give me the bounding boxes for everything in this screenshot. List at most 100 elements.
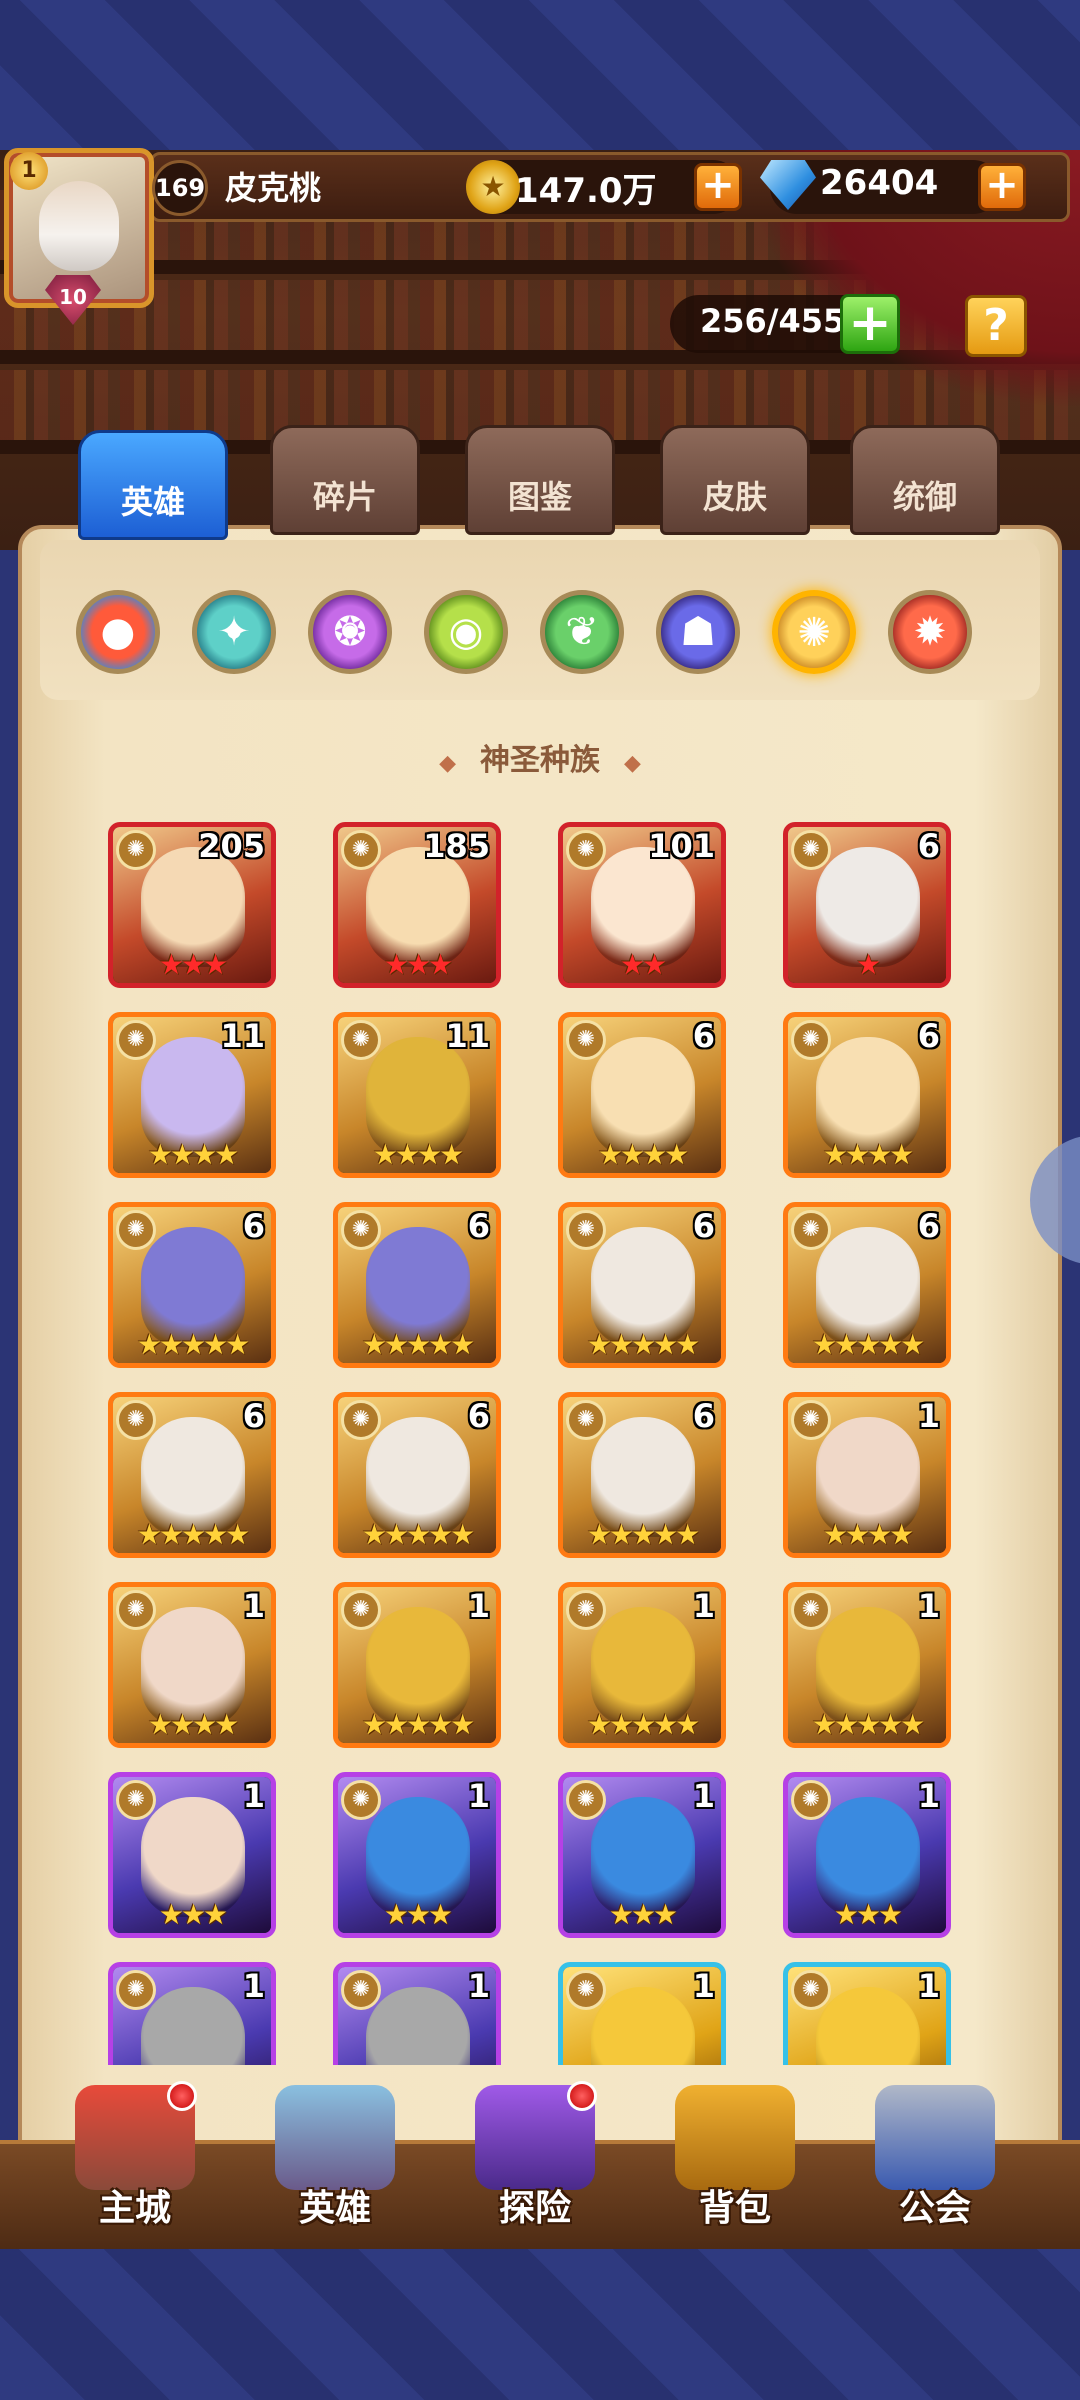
hero-count: 1 — [467, 1967, 490, 2005]
hero-grid: ✺ 205 ★★★ ✺ 185 ★★★ ✺ 101 ★★ ✺ 6 ★ ✺ 11 ★★★★ ✺ 11 ★★★★ ✺ 6 ★… — [60, 810, 1020, 2065]
hero-card[interactable]: ✺ 6 ★ — [783, 822, 951, 988]
green-eye-icon[interactable]: ◉ — [424, 590, 508, 674]
nav-backpack[interactable]: 背包 — [645, 2085, 825, 2235]
hero-count: 11 — [220, 1017, 265, 1055]
hero-card[interactable]: ✺ 101 ★★ — [558, 822, 726, 988]
hero-count: 6 — [242, 1207, 265, 1245]
nav-guild[interactable]: 公会 — [845, 2085, 1025, 2235]
holy-faction-icon: ✺ — [341, 1590, 381, 1630]
holy-faction-icon: ✺ — [791, 1020, 831, 1060]
hero-count: 1 — [692, 1967, 715, 2005]
hero-card[interactable]: ✺1★★★ — [558, 1772, 726, 1938]
rainbow-orb-icon[interactable]: ● — [76, 590, 160, 674]
holy-faction-icon: ✺ — [566, 1210, 606, 1250]
hero-card[interactable]: ✺1★★★ — [558, 1962, 726, 2065]
hero-count: 6 — [467, 1207, 490, 1245]
star-rating: ★★★★★ — [586, 1708, 701, 1741]
tab-skins[interactable]: 皮肤 — [660, 425, 810, 535]
holy-faction-icon: ✺ — [566, 1590, 606, 1630]
hero-card[interactable]: ✺ 1 ★★★ — [108, 1772, 276, 1938]
hero-card[interactable]: ✺ 185 ★★★ — [333, 822, 501, 988]
hero-card[interactable]: ✺ 11 ★★★★ — [108, 1012, 276, 1178]
hero-card[interactable]: ✺ 6 ★★★★★ — [558, 1392, 726, 1558]
tab-heroes[interactable]: 英雄 — [78, 430, 228, 540]
hero-card[interactable]: ✺ 1 ★★★★ — [108, 1582, 276, 1748]
star-rating: ★★★ — [158, 1898, 228, 1931]
holy-faction-icon: ✺ — [116, 1590, 156, 1630]
hero-card[interactable]: ✺ 1 ★★★★★ — [558, 1582, 726, 1748]
purple-flame-icon[interactable]: ❂ — [308, 590, 392, 674]
hero-count: 1 — [917, 1397, 940, 1435]
add-gold-button[interactable]: + — [694, 163, 742, 211]
star-rating: ★★★★ — [372, 1138, 464, 1171]
fire-icon[interactable]: ✹ — [888, 590, 972, 674]
star-rating: ★★★ — [158, 948, 228, 981]
hero-count: 6 — [692, 1207, 715, 1245]
holy-faction-icon: ✺ — [791, 1400, 831, 1440]
add-gem-button[interactable]: + — [978, 163, 1026, 211]
tab-fragments[interactable]: 碎片 — [270, 425, 420, 535]
tab-codex[interactable]: 图鉴 — [465, 425, 615, 535]
hero-card[interactable]: ✺ 205 ★★★ — [108, 822, 276, 988]
hero-card[interactable]: ✺ 6 ★★★★ — [783, 1012, 951, 1178]
hero-card[interactable]: ✺ 6 ★★★★ — [558, 1012, 726, 1178]
backpack-icon — [675, 2085, 795, 2190]
tab-command[interactable]: 统御 — [850, 425, 1000, 535]
gem-amount: 26404 — [820, 163, 939, 203]
hero-count: 1 — [692, 1777, 715, 1815]
star-rating: ★★★ — [833, 1898, 903, 1931]
hero-card[interactable]: ✺1★★★ — [108, 1962, 276, 2065]
hero-card[interactable]: ✺ 11 ★★★★ — [333, 1012, 501, 1178]
hero-card[interactable]: ✺1★★★ — [783, 1772, 951, 1938]
star-rating: ★★★★ — [597, 1138, 689, 1171]
hero-card[interactable]: ✺1★★★ — [783, 1962, 951, 2065]
star-rating: ★★★★★ — [361, 1708, 476, 1741]
hero-card[interactable]: ✺ 1 ★★★★★ — [783, 1582, 951, 1748]
nav-hero[interactable]: 英雄 — [245, 2085, 425, 2235]
bottom-background — [0, 2245, 1080, 2400]
holy-faction-icon: ✺ — [791, 1780, 831, 1820]
hero-card[interactable]: ✺ 6 ★★★★★ — [558, 1202, 726, 1368]
nav-castle[interactable]: 主城 — [45, 2081, 225, 2235]
holy-faction-icon: ✺ — [116, 1400, 156, 1440]
player-name: 皮克桃 — [225, 169, 322, 207]
nav-label: 主城 — [98, 2188, 171, 2229]
holy-faction-icon: ✺ — [116, 1780, 156, 1820]
holy-faction-icon: ✺ — [566, 1020, 606, 1060]
hero-count: 1 — [242, 1777, 265, 1815]
hero-count: 205 — [198, 827, 265, 865]
nav-portal[interactable]: 探险 — [445, 2081, 625, 2235]
holy-sun-icon[interactable]: ✺ — [772, 590, 856, 674]
holy-faction-icon: ✺ — [341, 1400, 381, 1440]
rank-badge: 1 — [10, 152, 48, 190]
holy-faction-icon: ✺ — [341, 830, 381, 870]
star-rating: ★ — [855, 948, 881, 981]
star-rating: ★★★★ — [147, 1138, 239, 1171]
demon-icon[interactable]: ☗ — [656, 590, 740, 674]
star-rating: ★★ — [619, 948, 667, 981]
hero-card[interactable]: ✺ 6 ★★★★★ — [333, 1202, 501, 1368]
hero-card[interactable]: ✺ 6 ★★★★★ — [108, 1392, 276, 1558]
expand-capacity-button[interactable]: + — [840, 294, 900, 354]
help-button[interactable]: ? — [965, 295, 1027, 357]
holy-faction-icon: ✺ — [791, 1210, 831, 1250]
hero-card[interactable]: ✺ 1 ★★★★ — [783, 1392, 951, 1558]
hero-card[interactable]: ✺1★★★ — [333, 1772, 501, 1938]
star-rating: ★★★★ — [822, 1518, 914, 1551]
section-title: ◆ 神圣种族 ◆ — [439, 743, 641, 778]
hero-count: 6 — [692, 1017, 715, 1055]
hero-count: 1 — [917, 1587, 940, 1625]
leaf-icon[interactable]: ❦ — [540, 590, 624, 674]
nav-label: 英雄 — [298, 2188, 371, 2229]
star-rating: ★★★★★ — [586, 1518, 701, 1551]
hero-card[interactable]: ✺ 1 ★★★★★ — [333, 1582, 501, 1748]
holy-faction-icon: ✺ — [566, 830, 606, 870]
nav-label: 公会 — [898, 2188, 971, 2229]
hero-card[interactable]: ✺ 6 ★★★★★ — [783, 1202, 951, 1368]
hero-card[interactable]: ✺1★★★ — [333, 1962, 501, 2065]
holy-faction-icon: ✺ — [791, 1970, 831, 2010]
player-level: 169 — [152, 160, 208, 216]
hero-card[interactable]: ✺ 6 ★★★★★ — [333, 1392, 501, 1558]
hero-card[interactable]: ✺ 6 ★★★★★ — [108, 1202, 276, 1368]
water-icon[interactable]: ✦ — [192, 590, 276, 674]
